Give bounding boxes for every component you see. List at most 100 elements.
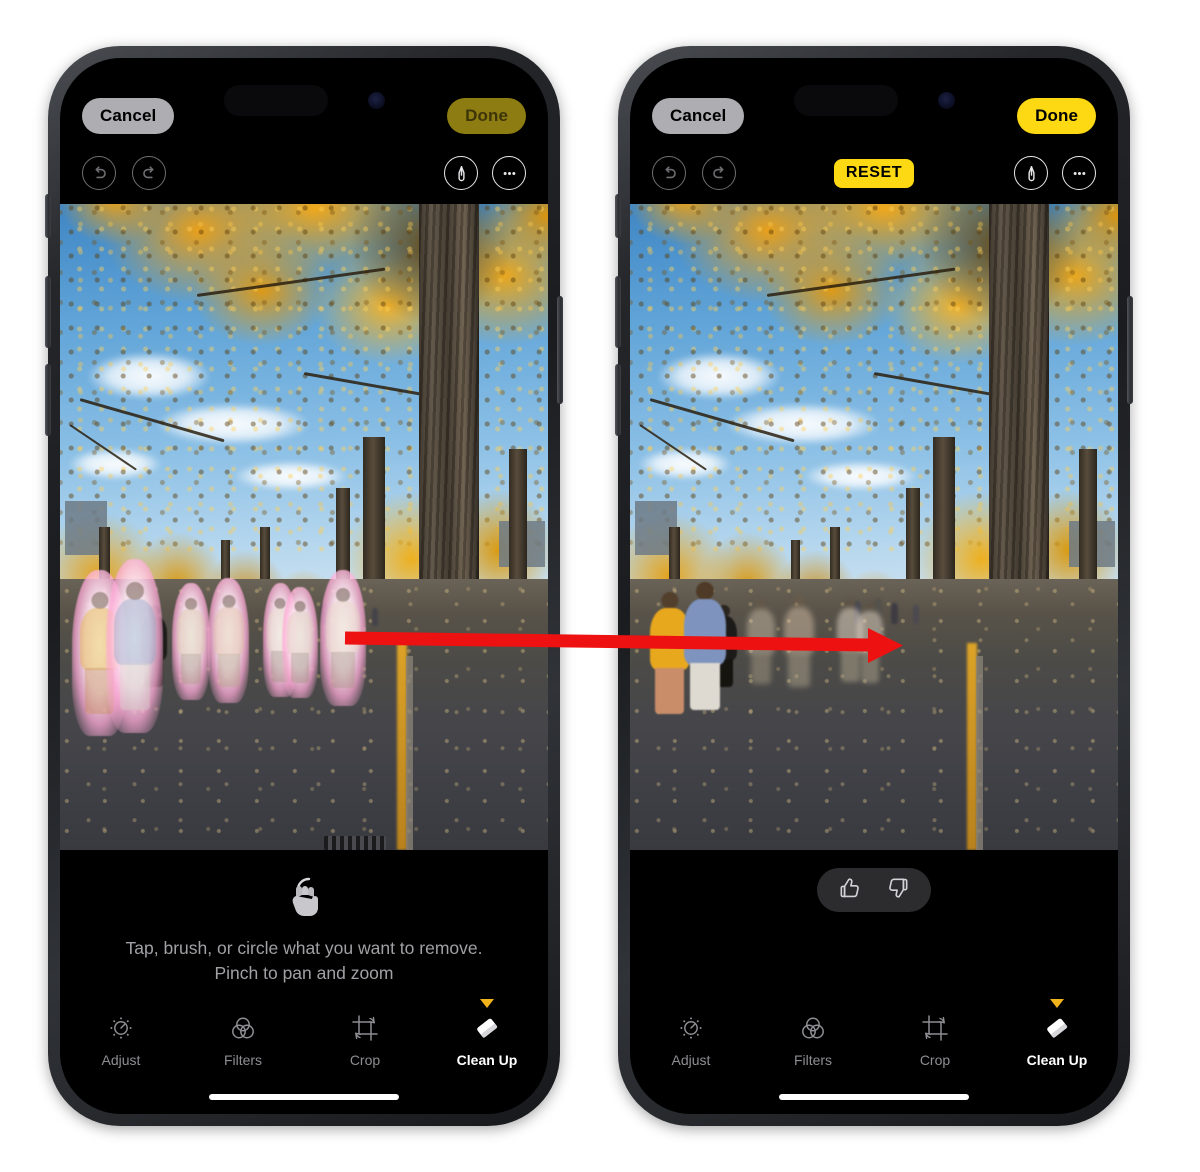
- person-head: [91, 591, 109, 609]
- person-legs: [217, 653, 240, 687]
- person-legs: [860, 653, 880, 684]
- filters-circles-icon: [228, 1011, 258, 1045]
- markup-controls: [1014, 156, 1096, 190]
- person-head: [335, 588, 350, 603]
- tab-label: Filters: [793, 1052, 833, 1068]
- tab-label: Crop: [919, 1052, 951, 1068]
- active-tab-marker-icon: [1050, 999, 1064, 1008]
- photo-canvas-before[interactable]: [60, 204, 548, 850]
- person-head: [661, 591, 679, 609]
- person-legs: [689, 662, 720, 710]
- selected-person-highlight[interactable]: [208, 578, 250, 704]
- hint-area-before: Tap, brush, or circle what you want to r…: [60, 850, 548, 994]
- edit-mode-tabs-after: Adjust Filters Crop Clean Up: [630, 992, 1118, 1072]
- person-head: [222, 594, 236, 608]
- action-button[interactable]: [45, 194, 51, 238]
- tab-clean-up[interactable]: Clean Up: [448, 999, 526, 1068]
- crop-rotate-icon: [350, 1011, 380, 1045]
- person-body: [783, 606, 814, 655]
- distant-person: [372, 607, 379, 626]
- home-indicator[interactable]: [209, 1094, 399, 1100]
- thumbs-down-icon[interactable]: [885, 875, 911, 906]
- person-legs: [751, 654, 772, 685]
- photo-image-before: [60, 204, 548, 850]
- selected-person-highlight[interactable]: [172, 582, 211, 700]
- result-feedback-control[interactable]: [817, 868, 931, 912]
- history-controls: [652, 156, 736, 190]
- person-body: [683, 598, 726, 665]
- more-ellipsis-icon[interactable]: [1062, 156, 1096, 190]
- person-body: [213, 606, 244, 655]
- more-ellipsis-icon[interactable]: [492, 156, 526, 190]
- person-head: [125, 581, 144, 600]
- person-body: [113, 598, 156, 665]
- phone-before: Cancel Done Tap, brush, or circle what y…: [45, 46, 563, 1126]
- tab-label: Clean Up: [1026, 1052, 1088, 1068]
- person-head: [792, 594, 806, 608]
- tab-crop[interactable]: Crop: [896, 1011, 974, 1068]
- tab-label: Clean Up: [456, 1052, 518, 1068]
- cancel-button[interactable]: Cancel: [652, 98, 745, 134]
- tab-filters[interactable]: Filters: [204, 1011, 282, 1068]
- redo-icon[interactable]: [132, 156, 166, 190]
- photo-canvas-after[interactable]: [630, 204, 1118, 850]
- person-body: [286, 611, 313, 655]
- history-controls: [82, 156, 166, 190]
- screen-before: Cancel Done Tap, brush, or circle what y…: [60, 58, 548, 1114]
- reset-button[interactable]: RESET: [833, 158, 915, 188]
- volume-up-button[interactable]: [45, 276, 51, 348]
- redo-icon[interactable]: [702, 156, 736, 190]
- tab-clean-up[interactable]: Clean Up: [1018, 999, 1096, 1068]
- person-legs: [290, 653, 310, 684]
- filters-circles-icon: [798, 1011, 828, 1045]
- tab-adjust[interactable]: Adjust: [652, 1011, 730, 1068]
- cancel-button[interactable]: Cancel: [82, 98, 175, 134]
- distant-person: [913, 604, 920, 624]
- tab-label: Adjust: [671, 1052, 711, 1068]
- tab-crop[interactable]: Crop: [326, 1011, 404, 1068]
- volume-down-button[interactable]: [615, 364, 621, 436]
- feedback-area-after: [630, 850, 1118, 994]
- tab-label: Filters: [223, 1052, 263, 1068]
- volume-up-button[interactable]: [615, 276, 621, 348]
- power-button[interactable]: [1127, 296, 1133, 404]
- person-body: [177, 609, 206, 656]
- person: [683, 581, 726, 710]
- selected-person-highlight[interactable]: [106, 558, 164, 733]
- person-body: [856, 611, 883, 655]
- edit-mode-tabs-before: Adjust Filters Crop Clean Up: [60, 992, 548, 1072]
- person-legs: [181, 654, 202, 685]
- done-button[interactable]: Done: [1017, 98, 1096, 134]
- drain-grate: [323, 836, 386, 850]
- edit-tool-row-before: [60, 150, 548, 196]
- power-button[interactable]: [557, 296, 563, 404]
- undo-icon[interactable]: [652, 156, 686, 190]
- eraser-icon: [1041, 1011, 1073, 1045]
- selected-person-highlight[interactable]: [319, 570, 367, 707]
- markup-pen-icon[interactable]: [444, 156, 478, 190]
- person-body: [747, 609, 776, 656]
- removed-person-remnant: [856, 601, 883, 684]
- selected-person-highlight[interactable]: [282, 586, 318, 699]
- hint-line-2: Pinch to pan and zoom: [214, 963, 394, 983]
- undo-icon[interactable]: [82, 156, 116, 190]
- eraser-icon: [471, 1011, 503, 1045]
- done-button[interactable]: Done: [447, 98, 526, 134]
- action-button[interactable]: [615, 194, 621, 238]
- phone-after: Cancel Done RESET Adjust Filters Crop Cl…: [615, 46, 1133, 1126]
- curb: [976, 656, 984, 850]
- removed-person-remnant: [747, 598, 776, 685]
- fallen-leaf-line: [396, 643, 407, 850]
- markup-pen-icon[interactable]: [1014, 156, 1048, 190]
- volume-down-button[interactable]: [45, 364, 51, 436]
- crop-rotate-icon: [920, 1011, 950, 1045]
- person-body: [325, 601, 360, 654]
- adjust-dial-icon: [106, 1011, 136, 1045]
- top-bar-before: Cancel Done: [60, 94, 548, 138]
- tab-filters[interactable]: Filters: [774, 1011, 852, 1068]
- thumbs-up-icon[interactable]: [837, 875, 863, 906]
- home-indicator[interactable]: [779, 1094, 969, 1100]
- person-legs: [119, 662, 150, 710]
- screenshot-stage: Cancel Done Tap, brush, or circle what y…: [0, 0, 1200, 1172]
- tab-adjust[interactable]: Adjust: [82, 1011, 160, 1068]
